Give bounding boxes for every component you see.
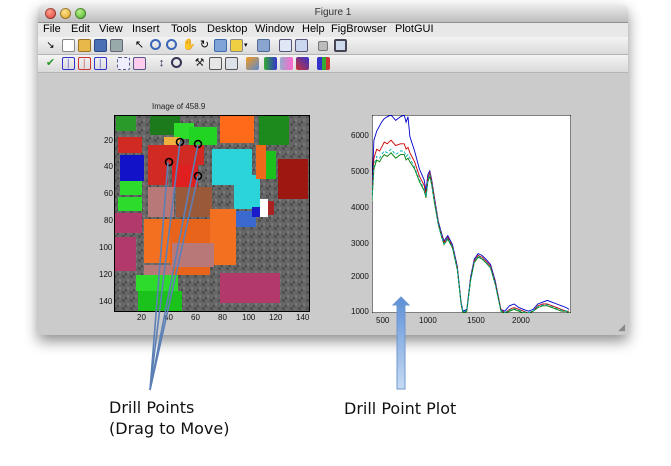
annotation-overlay: [149, 141, 411, 391]
drill-points-label: Drill Points (Drag to Move): [109, 397, 229, 439]
drill-point-callout-lines: [149, 141, 199, 391]
plot-callout-arrow: [391, 296, 411, 390]
drill-point-plot-label: Drill Point Plot: [344, 399, 457, 418]
drill-points-label-line1: Drill Points: [109, 398, 195, 417]
drill-points-label-line2: (Drag to Move): [109, 419, 230, 438]
